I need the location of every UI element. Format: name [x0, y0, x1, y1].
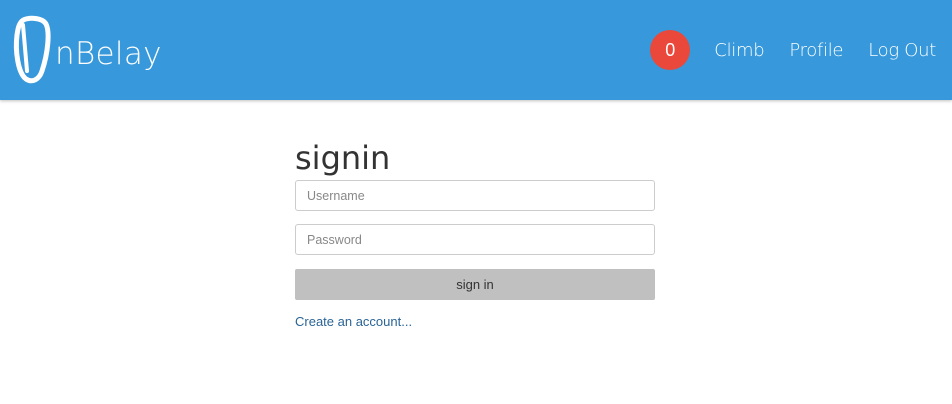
brand-logo-link[interactable]: nBelay [12, 14, 162, 86]
nav-link-log-out[interactable]: Log Out [868, 40, 936, 61]
carabiner-icon [13, 15, 51, 84]
username-input[interactable] [295, 180, 655, 211]
page-title: signin [295, 139, 391, 177]
password-input[interactable] [295, 224, 655, 255]
nav-links: 0 Climb Profile Log Out [650, 0, 952, 100]
sign-in-button[interactable]: sign in [295, 269, 655, 300]
nav-link-profile[interactable]: Profile [789, 40, 843, 61]
nav-link-climb[interactable]: Climb [714, 40, 764, 61]
signin-form: signin sign in Create an account... [295, 140, 655, 331]
create-account-link[interactable]: Create an account... [295, 314, 412, 329]
navbar: nBelay 0 Climb Profile Log Out [0, 0, 952, 100]
notification-badge[interactable]: 0 [650, 30, 691, 70]
brand-name: nBelay [55, 36, 162, 72]
